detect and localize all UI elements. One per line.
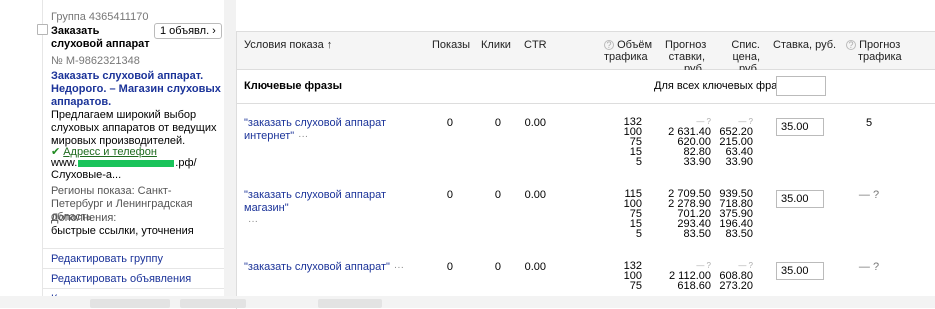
traffic-forecast: — ? — [858, 261, 880, 273]
group-checkbox[interactable] — [37, 24, 48, 35]
spend-value: 33.90 — [725, 156, 753, 168]
header-conditions[interactable]: Условия показа ↑ — [244, 39, 332, 51]
redacted-domain — [78, 159, 175, 167]
ad-group-panel: Группа 4365411170 Заказать слуховой аппа… — [0, 0, 224, 308]
ctr: 0.00 — [524, 117, 546, 129]
bid-input[interactable]: 35.00 — [776, 190, 824, 208]
forecast-list: 2 709.50 2 278.90 701.20 293.40 83.50 — [657, 189, 711, 240]
ctr: 0.00 — [524, 189, 546, 201]
ad-text: Предлагаем широкий выбор слуховых аппара… — [51, 109, 217, 147]
ctr: 0.00 — [524, 261, 546, 273]
ad-url[interactable]: www. .рф/ — [51, 157, 197, 169]
forecast-list: — ? 2 112.00 618.60 — [657, 261, 711, 292]
volume-value: 75 — [629, 280, 642, 292]
all-phrases-label: Для всех ключевых фраз: — [654, 80, 786, 92]
keyword-section-title: Ключевые фразы — [244, 80, 342, 92]
extras-value: быстрые ссылки, уточнения — [51, 225, 194, 237]
volume-value: 5 — [635, 228, 642, 240]
keyword-phrase[interactable]: "заказать слуховой аппарат" ··· — [244, 261, 429, 274]
spend-list: — ? 608.80 273.20 — [707, 261, 753, 292]
ad-url-path: Слуховые-а... — [51, 169, 122, 181]
clicks: 0 — [494, 117, 501, 129]
ad-title: Заказать слуховой аппарат — [51, 25, 150, 50]
spend-list: 939.50 718.80 375.90 196.40 83.50 — [707, 189, 753, 240]
volume-list: 115 100 75 15 5 — [602, 189, 642, 240]
header-volume[interactable]: ? Объём трафика — [604, 39, 652, 63]
impressions: 0 — [446, 261, 453, 273]
column-gap — [224, 0, 236, 308]
header-clicks[interactable]: Клики — [481, 39, 511, 51]
volume-list: 132 100 75 15 5 — [602, 117, 642, 168]
spend-list: — ? 652.20 215.00 63.40 33.90 — [707, 117, 753, 168]
header-impressions[interactable]: Показы — [432, 39, 470, 51]
table-row: "заказать слуховой аппарат интернет" ··· … — [237, 116, 935, 186]
table-header: Условия показа ↑ Показы Клики CTR ? Объё… — [237, 32, 935, 75]
menu-edit-group[interactable]: Редактировать группу — [43, 248, 224, 269]
forecast-value: 618.60 — [677, 280, 711, 292]
more-icon[interactable]: ··· — [248, 216, 258, 227]
header-ctr[interactable]: CTR — [524, 39, 547, 51]
header-spend[interactable]: Спис. — [728, 39, 760, 51]
toolbar-button[interactable] — [180, 299, 246, 308]
forecast-value: 83.50 — [683, 228, 711, 240]
keyword-phrase[interactable]: "заказать слуховой аппарат интернет" ··· — [244, 117, 414, 143]
menu-edit-ads[interactable]: Редактировать объявления — [43, 268, 224, 289]
toolbar-button[interactable] — [318, 299, 382, 308]
more-icon[interactable]: ··· — [298, 131, 308, 142]
bid-input[interactable]: 35.00 — [776, 262, 824, 280]
table-row: "заказать слуховой аппарат магазин" ··· 0… — [237, 188, 935, 258]
traffic-forecast: 5 — [865, 117, 873, 129]
volume-list: 132 100 75 — [602, 261, 642, 292]
toolbar-button[interactable] — [90, 299, 170, 308]
spend-value: 83.50 — [725, 228, 753, 240]
impressions: 0 — [446, 189, 453, 201]
impressions: 0 — [446, 117, 453, 129]
spend-value: 273.20 — [719, 280, 753, 292]
header-traffic[interactable]: ? Прогноз — [846, 39, 900, 51]
all-phrases-bid-input[interactable] — [776, 76, 826, 96]
keyword-phrase[interactable]: "заказать слуховой аппарат магазин" ··· — [244, 189, 429, 228]
keywords-table: Условия показа ↑ Показы Клики CTR ? Объё… — [236, 31, 935, 309]
traffic-forecast: — ? — [858, 189, 880, 201]
header-bid[interactable]: Ставка, руб. — [773, 39, 836, 51]
keyword-section: Ключевые фразы Для всех ключевых фраз: — [237, 70, 935, 104]
forecast-list: — ? 2 631.40 620.00 82.80 33.90 — [657, 117, 711, 168]
help-icon[interactable]: ? — [604, 40, 614, 51]
group-label: Группа 4365411170 — [51, 11, 149, 23]
more-icon[interactable]: ··· — [394, 262, 404, 273]
ad-headline: Заказать слуховой аппарат. Недорого. – М… — [51, 70, 221, 108]
clicks: 0 — [494, 261, 501, 273]
help-icon[interactable]: ? — [846, 40, 856, 51]
header-traffic-l2: трафика — [858, 51, 902, 63]
clicks: 0 — [494, 189, 501, 201]
volume-value: 5 — [635, 156, 642, 168]
bid-input[interactable]: 35.00 — [776, 118, 824, 136]
forecast-value: 33.90 — [683, 156, 711, 168]
ads-count-button[interactable]: 1 объявл. › — [154, 23, 222, 39]
extras-label: Дополнения: — [51, 212, 117, 224]
ad-number: № М-9862321348 — [51, 55, 140, 67]
header-forecast[interactable]: Прогноз — [665, 39, 706, 51]
